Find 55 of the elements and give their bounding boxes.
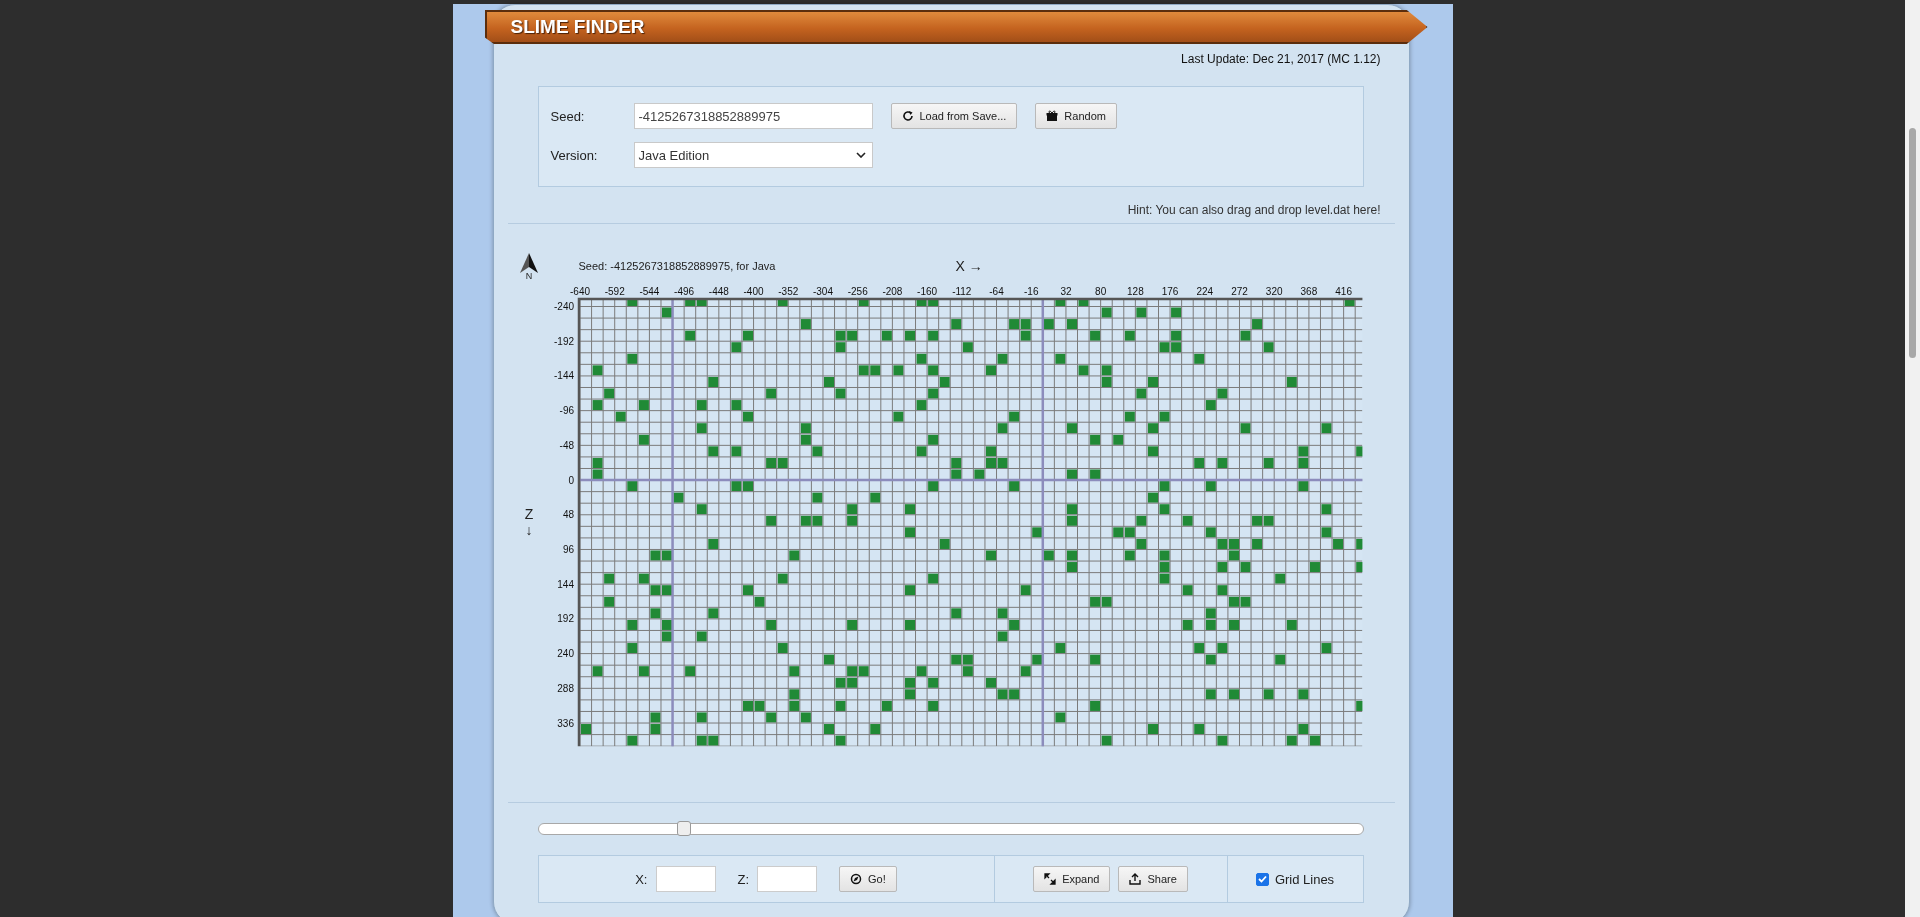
version-label: Version: xyxy=(550,147,599,163)
x-tick-label: -208 xyxy=(881,286,902,297)
grid-lines-label: Grid Lines xyxy=(1274,871,1335,887)
x-tick-label: -256 xyxy=(847,286,868,297)
z-tick-label: -240 xyxy=(553,301,574,312)
z-tick-label: -144 xyxy=(553,370,574,382)
z-tick-label: 240 xyxy=(556,648,574,660)
z-tick-label: 336 xyxy=(556,717,574,729)
z-tick-label: 96 xyxy=(562,544,574,555)
x-tick-label: 32 xyxy=(1059,286,1071,297)
x-tick-label: -544 xyxy=(638,286,659,297)
z-tick-label: 144 xyxy=(556,578,574,590)
z-tick-label: -96 xyxy=(559,405,574,417)
x-tick-label: 416 xyxy=(1334,286,1352,297)
seed-label: Seed: xyxy=(550,108,586,124)
seed-input[interactable]: -4125267318852889975 xyxy=(633,103,873,129)
north-label: N xyxy=(525,271,533,281)
x-tick-label: -400 xyxy=(743,286,764,297)
page-title: SLIME FINDER xyxy=(484,10,1428,44)
x-tick-label: -64 xyxy=(988,286,1004,297)
x-tick-label: -640 xyxy=(569,286,590,297)
load-from-save-button[interactable]: Load from Save... xyxy=(890,103,1018,129)
z-tick-label: 0 xyxy=(567,474,574,486)
version-select[interactable]: Java Edition xyxy=(633,142,873,168)
x-tick-label: -112 xyxy=(951,286,971,297)
share-button[interactable]: Share xyxy=(1118,866,1188,892)
z-axis-label: Z ↓ xyxy=(523,506,535,538)
x-tick-label: -160 xyxy=(916,286,937,297)
x-tick-label: 80 xyxy=(1094,286,1106,297)
z-tick-label: -192 xyxy=(553,335,574,347)
x-tick-label: -304 xyxy=(812,286,833,297)
z-tick-label: 192 xyxy=(556,613,574,625)
hint-text: Hint: You can also drag and drop level.dat here! xyxy=(1127,203,1381,217)
x-tick-label: 128 xyxy=(1126,286,1144,297)
x-tick-label: -448 xyxy=(708,286,729,297)
x-tick-label: -592 xyxy=(604,286,625,297)
x-tick-label: 320 xyxy=(1265,286,1283,297)
x-tick-label: -352 xyxy=(777,286,798,297)
last-update-text: Last Update: Dec 21, 2017 (MC 1.12) xyxy=(1181,52,1381,66)
random-button[interactable]: Random xyxy=(1035,103,1117,129)
x-tick-label: 368 xyxy=(1300,286,1317,297)
x-tick-label: 272 xyxy=(1230,286,1248,297)
z-tick-label: 48 xyxy=(562,509,574,521)
map-caption: Seed: -4125267318852889975, for Java xyxy=(578,260,776,272)
x-tick-label: -496 xyxy=(673,286,694,297)
x-tick-label: -16 xyxy=(1023,286,1038,297)
x-axis-label: X → xyxy=(955,258,983,274)
x-tick-label: 176 xyxy=(1161,286,1178,297)
go-button[interactable]: Go! xyxy=(839,866,897,892)
z-tick-label: -48 xyxy=(559,439,574,451)
x-tick-label: 224 xyxy=(1195,286,1213,297)
z-tick-label: 288 xyxy=(556,682,574,694)
expand-button[interactable]: Expand xyxy=(1033,866,1111,892)
z-label: Z: xyxy=(737,871,750,887)
x-label: X: xyxy=(635,871,648,887)
